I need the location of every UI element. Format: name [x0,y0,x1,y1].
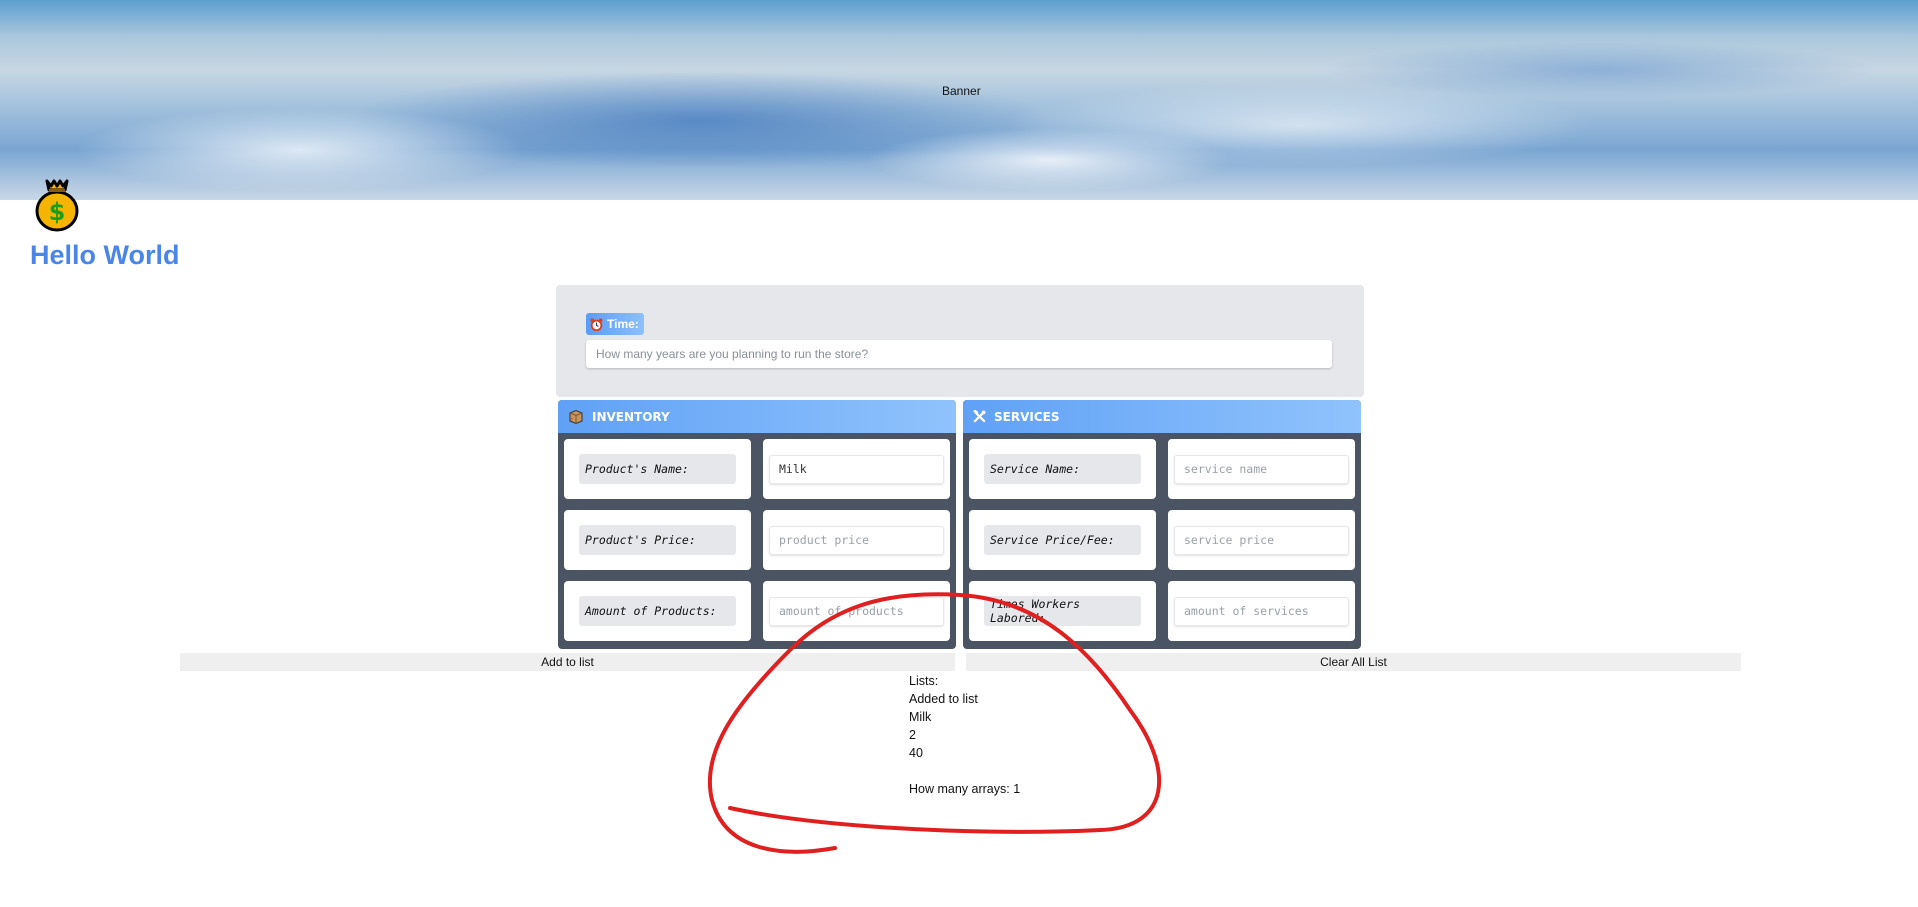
services-row-name: Service Name: [969,439,1355,499]
product-price-label: Product's Price: [579,525,736,555]
service-price-input[interactable] [1174,525,1349,555]
services-row-times: Times Workers Labored: [969,581,1355,641]
services-row-price: Service Price/Fee: [969,510,1355,570]
services-panel: SERVICES Service Name: Service Price/Fee… [963,400,1361,649]
product-name-input[interactable] [769,454,944,484]
service-price-label: Service Price/Fee: [984,525,1141,555]
output-line: 40 [909,746,923,760]
page-title: Hello World [30,240,180,270]
inventory-panel: INVENTORY Product's Name: Product's Pric… [558,400,956,649]
package-icon [569,409,583,424]
alarm-clock-icon [590,317,603,331]
product-name-label: Product's Name: [579,454,736,484]
output-line: 2 [909,728,916,742]
money-bag-icon: $ [35,179,79,232]
inventory-title: INVENTORY [592,409,670,424]
inventory-header: INVENTORY [558,400,956,433]
svg-text:$: $ [49,198,66,226]
banner-image: Banner [0,0,1918,200]
output-line: Milk [909,710,932,724]
product-price-input[interactable] [769,525,944,555]
inventory-row-price: Product's Price: [564,510,950,570]
services-header: SERVICES [963,400,1361,433]
service-name-input[interactable] [1174,454,1349,484]
lists-heading: Lists: [909,674,939,688]
service-times-label: Times Workers Labored: [984,596,1141,626]
years-input[interactable] [586,340,1332,368]
time-label-text: Time: [607,317,639,331]
services-title: SERVICES [994,409,1060,424]
inventory-row-amount: Amount of Products: [564,581,950,641]
service-name-label: Service Name: [984,454,1141,484]
add-to-list-button[interactable]: Add to list [180,653,955,671]
array-count: How many arrays: 1 [909,782,1021,796]
output-line: Added to list [909,692,978,706]
product-amount-label: Amount of Products: [579,596,736,626]
clear-all-list-button[interactable]: Clear All List [966,653,1741,671]
hammer-wrench-icon [973,410,986,423]
inventory-row-name: Product's Name: [564,439,950,499]
banner-alt-text: Banner [942,84,981,98]
service-times-input[interactable] [1174,596,1349,626]
time-card: Time: [556,285,1364,397]
time-label: Time: [586,313,644,335]
list-output: Lists: Added to list Milk 2 40 How many … [909,672,1020,798]
product-amount-input[interactable] [769,596,944,626]
